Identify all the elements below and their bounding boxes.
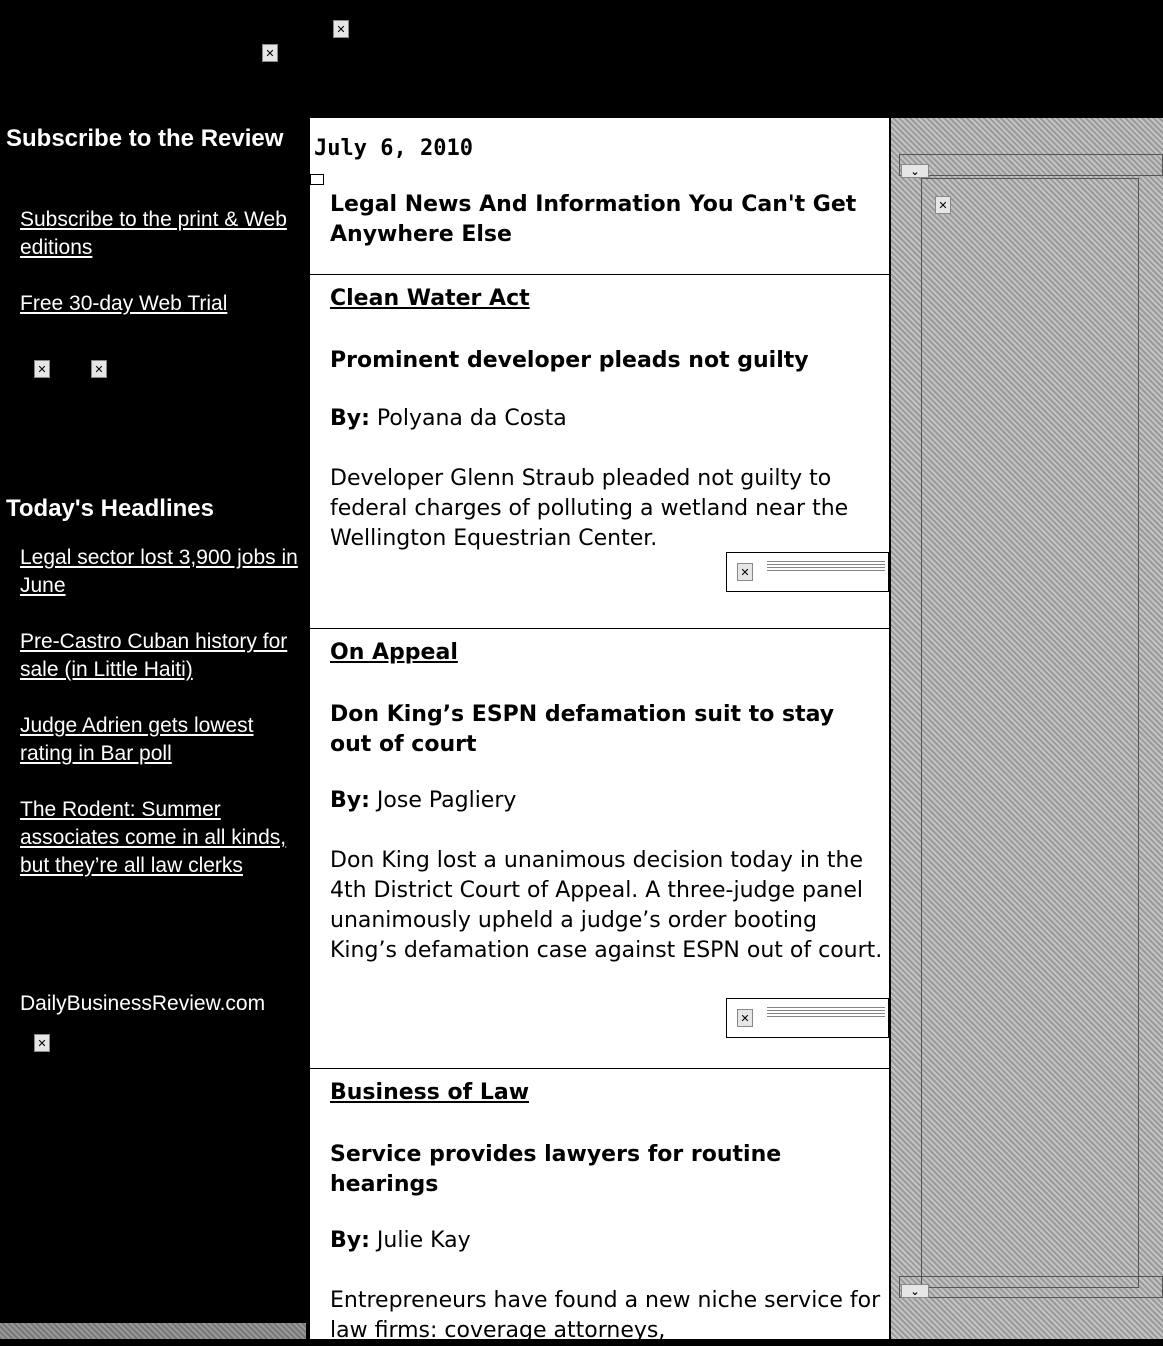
todays-headlines-heading: Today's Headlines	[6, 495, 214, 522]
byline-label: By:	[330, 406, 370, 431]
divider	[310, 274, 889, 275]
article-byline: By: Polyana da Costa	[330, 406, 567, 431]
broken-image-icon: ✕	[34, 1034, 50, 1052]
image-caption	[767, 1005, 885, 1017]
broken-image-icon[interactable]: ✕	[91, 360, 107, 378]
divider	[310, 628, 889, 629]
article-summary: Don King lost a unanimous decision today…	[330, 848, 883, 963]
rail-frame-panel	[921, 178, 1139, 1288]
byline-label: By:	[330, 1228, 370, 1253]
left-sidebar: Subscribe to the Review Subscribe to the…	[0, 118, 306, 1339]
free-trial-link[interactable]: Free 30-day Web Trial	[20, 290, 300, 318]
subscribe-print-web-link[interactable]: Subscribe to the print & Web editions	[20, 206, 300, 262]
headline-link[interactable]: The Rodent: Summer associates come in al…	[20, 796, 290, 880]
site-name: DailyBusinessReview.com	[20, 992, 266, 1015]
rail-frame-top	[899, 154, 1163, 176]
article-headline[interactable]: Don King’s ESPN defamation suit to stay …	[330, 700, 882, 760]
broken-image-icon: ✕	[333, 20, 349, 38]
checkbox-icon	[310, 174, 324, 185]
broken-image-icon[interactable]: ✕	[34, 360, 50, 378]
article-byline: By: Jose Pagliery	[330, 788, 516, 813]
right-rail: ⌄ ✕ ⌄	[891, 118, 1163, 1339]
article-author: Polyana da Costa	[376, 406, 567, 431]
section-link-on-appeal[interactable]: On Appeal	[330, 640, 458, 665]
broken-image-icon: ✕	[935, 196, 951, 214]
headline-link[interactable]: Pre-Castro Cuban history for sale (in Li…	[20, 628, 300, 684]
byline-label: By:	[330, 788, 370, 813]
article-headline[interactable]: Prominent developer pleads not guilty	[330, 346, 882, 376]
image-caption	[767, 559, 885, 571]
article-byline: By: Julie Kay	[330, 1228, 471, 1253]
section-link-clean-water-act[interactable]: Clean Water Act	[330, 286, 530, 311]
site-tagline: Legal News And Information You Can't Get…	[330, 192, 857, 247]
article-summary: Developer Glenn Straub pleaded not guilt…	[330, 466, 849, 551]
rail-frame-bottom	[899, 1276, 1163, 1298]
divider	[310, 1068, 889, 1069]
headline-link[interactable]: Legal sector lost 3,900 jobs in June	[20, 544, 300, 600]
article-summary: Entrepreneurs have found a new niche ser…	[330, 1288, 881, 1343]
article-image-box[interactable]: ✕	[726, 552, 889, 592]
dropdown-icon[interactable]: ⌄	[901, 164, 929, 178]
broken-image-icon: ✕	[737, 563, 753, 581]
issue-date: July 6, 2010	[314, 136, 473, 161]
article-author: Julie Kay	[376, 1228, 471, 1253]
section-link-business-of-law[interactable]: Business of Law	[330, 1080, 529, 1105]
headline-link[interactable]: Judge Adrien gets lowest rating in Bar p…	[20, 712, 300, 768]
broken-image-icon: ✕	[737, 1009, 753, 1027]
article-image-box[interactable]: ✕	[726, 998, 889, 1038]
sidebar-footer-bar	[0, 1323, 306, 1339]
broken-image-icon: ✕	[262, 44, 278, 62]
site-header: ✕ ✕	[0, 0, 1163, 118]
article-author: Jose Pagliery	[376, 788, 517, 813]
subscribe-heading: Subscribe to the Review	[6, 125, 284, 152]
dropdown-icon[interactable]: ⌄	[901, 1284, 929, 1298]
article-headline[interactable]: Service provides lawyers for routine hea…	[330, 1140, 882, 1200]
main-content: July 6, 2010 Legal News And Information …	[310, 118, 891, 1343]
